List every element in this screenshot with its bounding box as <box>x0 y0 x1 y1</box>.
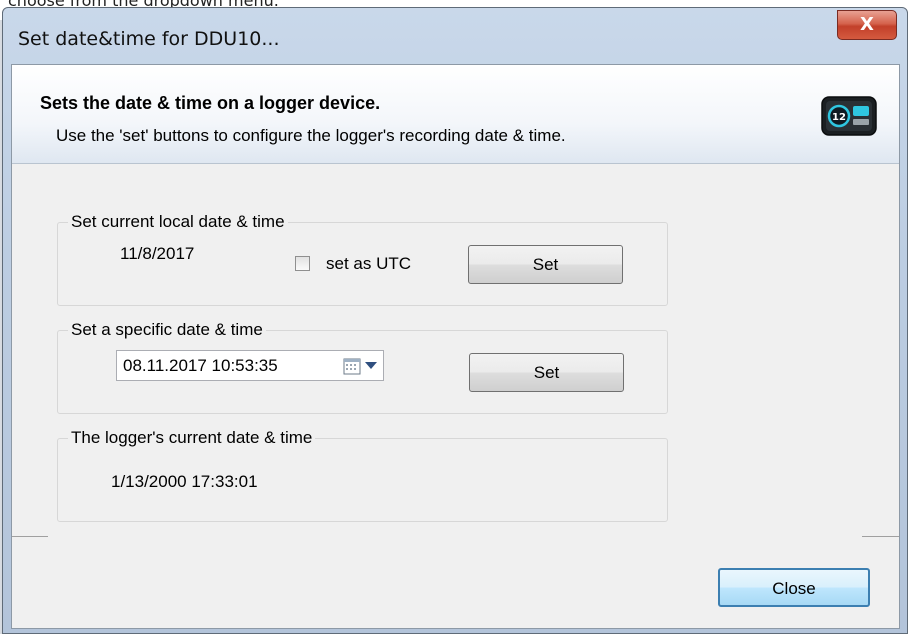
set-specific-button[interactable]: Set <box>469 353 624 392</box>
dialog-window: Set date&time for DDU10... X Sets the da… <box>2 7 908 634</box>
logger-device-icon: 12 <box>821 96 877 136</box>
logger-datetime-value: 1/13/2000 17:33:01 <box>111 472 258 491</box>
close-button[interactable]: Close <box>718 568 870 607</box>
header-banner: Sets the date & time on a logger device.… <box>12 65 899 164</box>
group-logger-current: The logger's current date & time 1/13/20… <box>57 428 668 522</box>
group-title-local: Set current local date & time <box>68 212 288 232</box>
group-title-logger: The logger's current date & time <box>68 428 316 448</box>
footer-separator-right <box>862 536 899 537</box>
utc-checkbox-label[interactable]: set as UTC <box>326 254 411 274</box>
header-subtitle: Use the 'set' buttons to configure the l… <box>56 126 566 145</box>
datetime-picker[interactable]: 08.11.2017 10:53:35 <box>116 350 384 381</box>
set-local-button[interactable]: Set <box>468 245 623 284</box>
local-date-value: 11/8/2017 <box>120 244 195 263</box>
footer-separator-left <box>12 536 48 537</box>
close-window-button[interactable]: X <box>837 10 897 40</box>
title-bar[interactable]: Set date&time for DDU10... X <box>3 8 907 63</box>
header-title: Sets the date & time on a logger device. <box>40 93 381 113</box>
window-title: Set date&time for DDU10... <box>18 28 280 50</box>
utc-checkbox[interactable] <box>295 256 310 271</box>
dialog-client-area: Sets the date & time on a logger device.… <box>11 64 900 629</box>
calendar-icon[interactable] <box>343 357 361 375</box>
group-specific: Set a specific date & time 08.11.2017 10… <box>57 320 668 414</box>
svg-text:12: 12 <box>832 112 846 123</box>
group-current-local: Set current local date & time 11/8/2017 … <box>57 212 668 306</box>
group-title-specific: Set a specific date & time <box>68 320 266 340</box>
datetime-input[interactable]: 08.11.2017 10:53:35 <box>123 356 278 376</box>
dropdown-arrow-icon[interactable] <box>365 362 377 369</box>
